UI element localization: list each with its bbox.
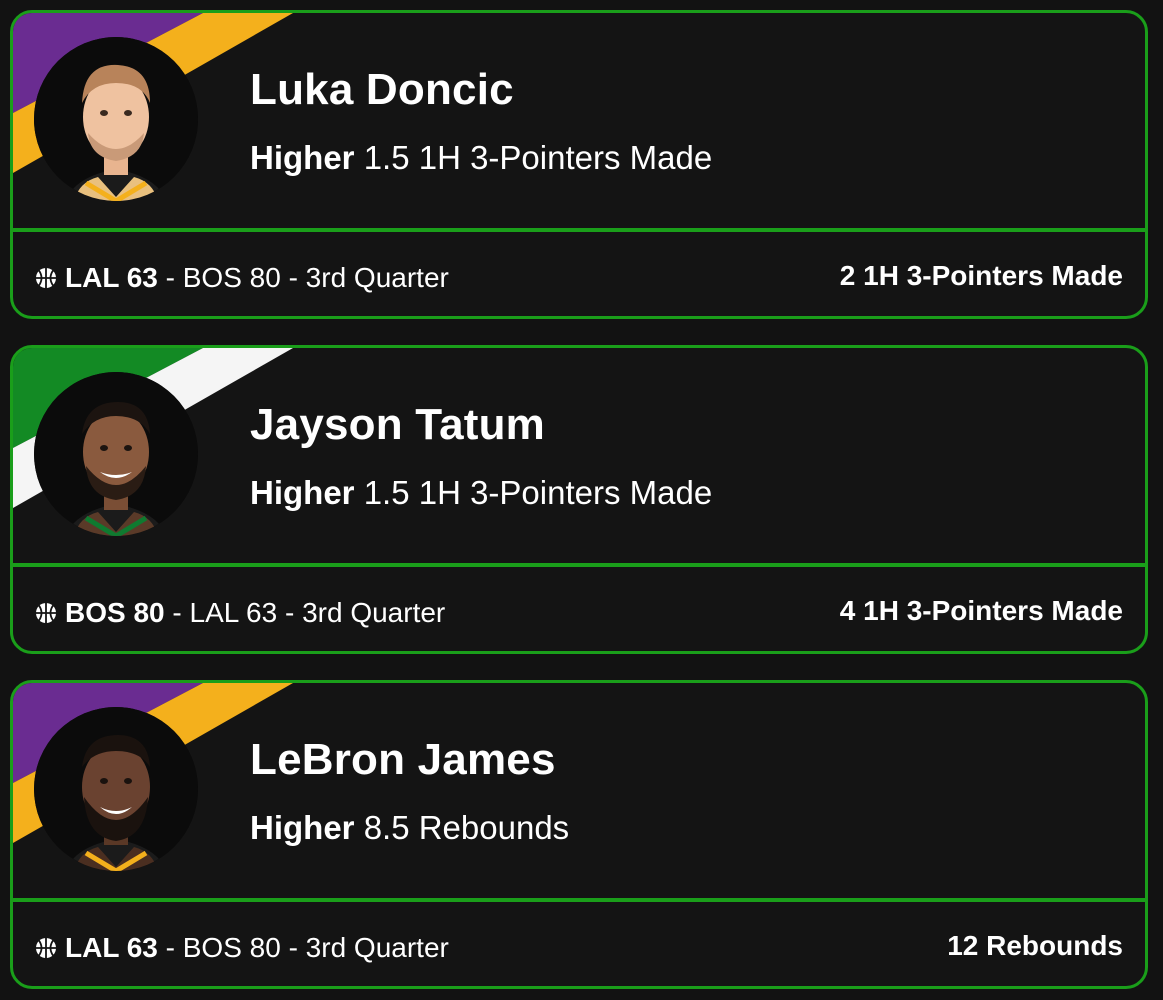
pick-direction: Higher — [250, 809, 355, 846]
basketball-icon — [36, 938, 56, 958]
pick-direction: Higher — [250, 139, 355, 176]
pick-line: Higher 1.5 1H 3-Pointers Made — [250, 474, 712, 512]
player-name: Jayson Tatum — [250, 400, 545, 449]
team-score: LAL 63 — [65, 262, 158, 293]
game-status: LAL 63 - BOS 80 - 3rd Quarter — [35, 932, 449, 964]
player-name: LeBron James — [250, 735, 556, 784]
pick-direction: Higher — [250, 474, 355, 511]
game-rest: - LAL 63 - 3rd Quarter — [172, 597, 446, 628]
basketball-icon — [36, 268, 56, 288]
game-status: LAL 63 - BOS 80 - 3rd Quarter — [35, 262, 449, 294]
stat-result: 2 1H 3-Pointers Made — [839, 260, 1123, 291]
pick-line: Higher 1.5 1H 3-Pointers Made — [250, 139, 712, 177]
pick-card-footer: BOS 80 - LAL 63 - 3rd Quarter 4 1H 3-Poi… — [13, 567, 1145, 651]
pick-card-header: Jayson Tatum Higher 1.5 1H 3-Pointers Ma… — [13, 348, 1145, 567]
stat-result: 4 1H 3-Pointers Made — [839, 595, 1123, 626]
stat-result: 12 Rebounds — [947, 930, 1123, 961]
game-rest: - BOS 80 - 3rd Quarter — [165, 262, 449, 293]
team-score: LAL 63 — [65, 932, 158, 963]
pick-card-footer: LAL 63 - BOS 80 - 3rd Quarter 2 1H 3-Poi… — [13, 232, 1145, 316]
pick-card[interactable]: Jayson Tatum Higher 1.5 1H 3-Pointers Ma… — [10, 345, 1148, 654]
game-rest: - BOS 80 - 3rd Quarter — [165, 932, 449, 963]
pick-card-footer: LAL 63 - BOS 80 - 3rd Quarter 12 Rebound… — [13, 902, 1145, 986]
pick-card-header: Luka Doncic Higher 1.5 1H 3-Pointers Mad… — [13, 13, 1145, 232]
pick-stat-line: 1.5 1H 3-Pointers Made — [363, 474, 713, 511]
pick-card[interactable]: Luka Doncic Higher 1.5 1H 3-Pointers Mad… — [10, 10, 1148, 319]
basketball-icon — [36, 603, 56, 623]
pick-stat-line: 8.5 Rebounds — [363, 809, 570, 846]
pick-card[interactable]: LeBron James Higher 8.5 Rebounds LAL 63 … — [10, 680, 1148, 989]
pick-card-header: LeBron James Higher 8.5 Rebounds — [13, 683, 1145, 902]
pick-line: Higher 8.5 Rebounds — [250, 809, 569, 847]
pick-list: Luka Doncic Higher 1.5 1H 3-Pointers Mad… — [0, 0, 1163, 1000]
player-avatar — [34, 372, 198, 536]
team-score: BOS 80 — [65, 597, 165, 628]
player-avatar — [34, 37, 198, 201]
player-name: Luka Doncic — [250, 65, 514, 114]
game-status: BOS 80 - LAL 63 - 3rd Quarter — [35, 597, 445, 629]
pick-stat-line: 1.5 1H 3-Pointers Made — [363, 139, 713, 176]
player-avatar — [34, 707, 198, 871]
